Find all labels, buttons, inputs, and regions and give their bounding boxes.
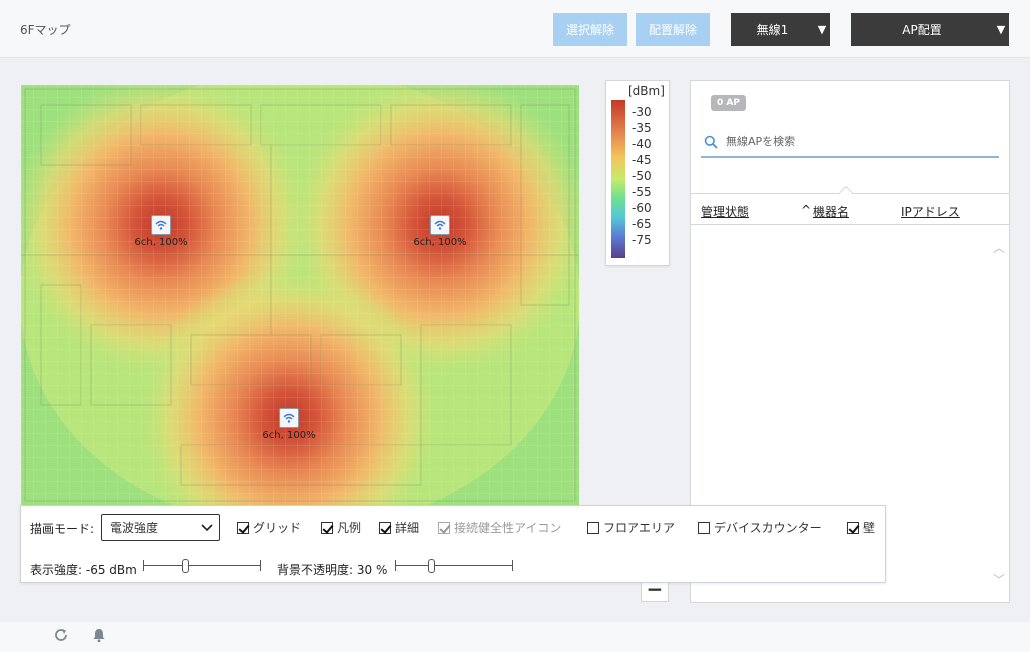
- table-header: 管理状態 ^ 機器名 IPアドレス: [691, 185, 1009, 225]
- bg-opacity-slider[interactable]: [395, 559, 513, 573]
- display-strength-label: 表示強度: -65 dBm: [30, 563, 137, 577]
- signal-legend: [dBm] -30 -35 -40 -45 -50 -55 -60 -65 -7…: [605, 80, 670, 266]
- slider-cap: [143, 560, 144, 571]
- health-icon-checkbox: 接続健全性アイコン: [438, 519, 561, 536]
- wifi-icon: [279, 408, 299, 428]
- slider-cap: [395, 560, 396, 571]
- dropdown-arrow-icon: ▼: [817, 23, 827, 36]
- draw-mode-value: 電波強度: [110, 521, 159, 535]
- legend-unit: [dBm]: [628, 84, 665, 98]
- detail-checkbox-label: 詳細: [395, 521, 420, 535]
- search-icon: [704, 135, 718, 149]
- checkbox-box[interactable]: [379, 521, 391, 534]
- column-status[interactable]: 管理状態: [701, 203, 749, 220]
- access-point-marker[interactable]: 6ch, 100%: [244, 408, 334, 441]
- slider-track: [395, 565, 513, 566]
- chevron-down-icon: [201, 523, 213, 531]
- slider-thumb[interactable]: [182, 559, 189, 573]
- mode-select[interactable]: AP配置 ▼: [851, 13, 1009, 46]
- access-point-label: 6ch, 100%: [413, 237, 467, 248]
- page-title: 6Fマップ: [20, 23, 71, 37]
- draw-mode-select[interactable]: 電波強度: [101, 514, 220, 541]
- device-counter-checkbox-label: デバイスカウンター: [714, 521, 822, 535]
- slider-cap: [512, 560, 513, 571]
- checkbox-box[interactable]: [698, 521, 710, 534]
- header-notch: [838, 185, 854, 201]
- legend-tick: -55: [632, 185, 652, 199]
- slider-thumb[interactable]: [428, 559, 435, 573]
- health-icon-checkbox-label: 接続健全性アイコン: [454, 521, 562, 535]
- checkbox-box: [438, 521, 450, 534]
- search-box[interactable]: [701, 127, 999, 158]
- deselect-button[interactable]: 選択解除: [553, 13, 627, 46]
- top-bar: 6Fマップ 選択解除 配置解除 無線1 ▼ AP配置 ▼: [0, 0, 1030, 58]
- display-controls: 描画モード: 電波強度 グリッド 凡例 詳細 接続健全性アイコン フロアエリア …: [20, 505, 886, 583]
- legend-tick: -40: [632, 137, 652, 151]
- wifi-icon: [430, 215, 450, 235]
- legend-checkbox[interactable]: 凡例: [321, 519, 361, 536]
- bell-icon[interactable]: [91, 627, 107, 643]
- legend-tick: -75: [632, 233, 652, 247]
- bg-opacity-label: 背景不透明度: 30 %: [277, 563, 388, 577]
- search-input[interactable]: [726, 135, 986, 148]
- slider-cap: [260, 560, 261, 571]
- mode-select-label: AP配置: [902, 23, 942, 37]
- access-point-marker[interactable]: 6ch, 100%: [395, 215, 485, 248]
- radio-select[interactable]: 無線1 ▼: [731, 13, 830, 46]
- wall-checkbox-label: 壁: [863, 521, 876, 535]
- checkbox-box[interactable]: [237, 521, 249, 534]
- ap-count-badge: 0 AP: [711, 95, 746, 111]
- checkbox-box[interactable]: [321, 521, 333, 534]
- column-ip-address[interactable]: IPアドレス: [901, 203, 960, 220]
- floor-area-checkbox-label: フロアエリア: [603, 521, 676, 535]
- wifi-icon: [151, 215, 171, 235]
- grid-checkbox-label: グリッド: [253, 521, 302, 535]
- access-point-marker[interactable]: 6ch, 100%: [116, 215, 206, 248]
- footer-bar: [0, 622, 1030, 652]
- scroll-down-icon[interactable]: ﹀: [993, 571, 1005, 588]
- device-counter-checkbox[interactable]: デバイスカウンター: [698, 519, 822, 536]
- slider-track: [143, 565, 261, 566]
- unplace-button[interactable]: 配置解除: [636, 13, 710, 46]
- column-device-name[interactable]: 機器名: [813, 203, 849, 220]
- checkbox-box[interactable]: [587, 521, 599, 534]
- legend-tick: -65: [632, 217, 652, 231]
- wall-checkbox[interactable]: 壁: [847, 519, 875, 536]
- heatmap-graphic: [21, 85, 579, 505]
- heatmap-canvas[interactable]: 6ch, 100% 6ch, 100% 6ch, 100%: [21, 85, 579, 505]
- sort-ascending-icon: ^: [801, 203, 812, 217]
- access-point-label: 6ch, 100%: [262, 430, 316, 441]
- radio-select-label: 無線1: [756, 23, 789, 37]
- checkbox-box[interactable]: [847, 521, 859, 534]
- legend-tick: -60: [632, 201, 652, 215]
- legend-tick: -35: [632, 121, 652, 135]
- legend-tick: -50: [632, 169, 652, 183]
- detail-checkbox[interactable]: 詳細: [379, 519, 419, 536]
- draw-mode-label: 描画モード:: [30, 522, 95, 536]
- display-strength-slider[interactable]: [143, 559, 261, 573]
- legend-checkbox-label: 凡例: [337, 521, 362, 535]
- access-point-label: 6ch, 100%: [134, 237, 188, 248]
- scroll-up-icon[interactable]: ︿: [993, 239, 1005, 256]
- dropdown-arrow-icon: ▼: [996, 23, 1006, 36]
- refresh-icon[interactable]: [53, 627, 69, 643]
- floor-area-checkbox[interactable]: フロアエリア: [587, 519, 675, 536]
- grid-checkbox[interactable]: グリッド: [237, 519, 301, 536]
- legend-tick: -45: [632, 153, 652, 167]
- legend-color-bar: [611, 100, 625, 258]
- legend-tick: -30: [632, 105, 652, 119]
